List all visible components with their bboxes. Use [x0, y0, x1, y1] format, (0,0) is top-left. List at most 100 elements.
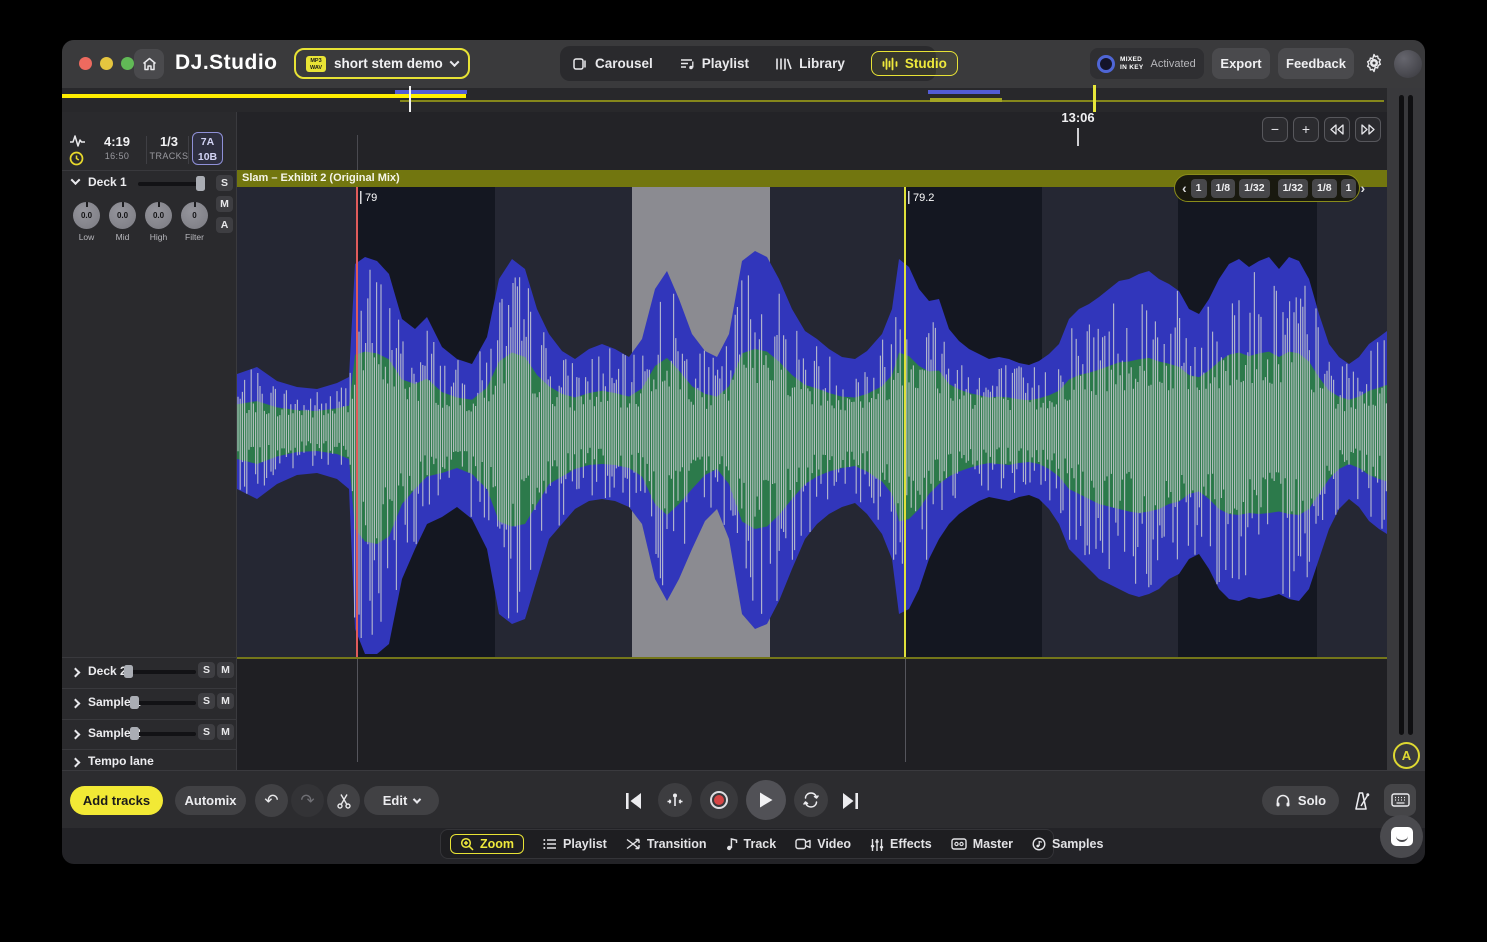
tab-transition[interactable]: Transition — [626, 837, 707, 851]
nav-tab-playlist[interactable]: Playlist — [679, 56, 749, 71]
minimize-window-button[interactable] — [100, 57, 113, 70]
tempo-lane-expand-chevron-icon[interactable] — [71, 758, 81, 768]
sample1-volume-slider[interactable] — [130, 701, 196, 705]
sample2-volume-handle[interactable] — [130, 727, 139, 740]
sample2-solo-button[interactable]: S — [198, 724, 215, 740]
track-title: Slam – Exhibit 2 (Original Mix) — [242, 172, 400, 184]
sample1-solo-button[interactable]: S — [198, 693, 215, 709]
skip-to-start-button[interactable] — [622, 789, 646, 813]
metronome-button[interactable] — [1348, 788, 1374, 814]
split-scissors-button[interactable] — [327, 784, 360, 817]
redo-button[interactable]: ↷ — [291, 784, 324, 817]
key-badge[interactable]: 7A10B — [192, 132, 223, 165]
edit-menu-button[interactable]: Edit — [364, 786, 439, 815]
automix-indicator-badge[interactable]: A — [1393, 742, 1420, 769]
knob-low[interactable]: 0.0Low — [73, 202, 100, 242]
zoom-magnifier-icon — [460, 837, 474, 851]
skip-to-end-button[interactable] — [838, 789, 862, 813]
zoom-in-button[interactable]: + — [1293, 117, 1319, 142]
tracks-label: TRACKS — [144, 151, 194, 161]
snap-value-button[interactable]: 1/8 — [1211, 179, 1236, 198]
sample2-volume-slider[interactable] — [130, 732, 196, 736]
snap-value-button[interactable]: 1 — [1341, 179, 1357, 198]
deck1-volume-slider[interactable] — [138, 182, 205, 186]
snap-value-button[interactable]: 1/32 — [1239, 179, 1269, 198]
minimap-playhead[interactable] — [409, 86, 411, 112]
tab-effects[interactable]: Effects — [870, 837, 932, 851]
sample1-volume-handle[interactable] — [130, 696, 139, 709]
snap-next-arrow[interactable]: › — [1360, 181, 1365, 195]
zoom-out-button[interactable]: − — [1262, 117, 1288, 142]
snap-value-button[interactable]: 1/32 — [1278, 179, 1308, 198]
knob-high[interactable]: 0.0High — [145, 202, 172, 242]
playlist-list-icon — [543, 838, 557, 850]
headphones-icon — [1275, 793, 1291, 808]
minimap-cursor-marker[interactable] — [1093, 85, 1096, 112]
tab-track[interactable]: Track — [726, 837, 777, 851]
tab-zoom[interactable]: Zoom — [450, 834, 524, 854]
waveform-canvas[interactable]: 7979.2 — [237, 187, 1387, 657]
settings-gear-icon[interactable] — [1362, 51, 1386, 75]
snap-value-button[interactable]: 1/8 — [1312, 179, 1337, 198]
nav-tab-library[interactable]: Library — [775, 56, 845, 71]
automix-button[interactable]: Automix — [175, 786, 246, 815]
deck2-solo-button[interactable]: S — [198, 662, 215, 678]
fast-forward-button[interactable] — [1355, 117, 1381, 142]
vertical-scrollbar-1[interactable] — [1399, 95, 1404, 735]
zoom-window-button[interactable] — [121, 57, 134, 70]
play-icon — [758, 791, 774, 809]
deck1-solo-button[interactable]: S — [216, 175, 233, 191]
tab-samples[interactable]: Samples — [1032, 837, 1103, 851]
nav-tab-studio[interactable]: Studio — [871, 51, 958, 76]
deck1-mute-button[interactable]: M — [216, 196, 233, 212]
minimap-current-track-line — [62, 94, 466, 98]
tab-playlist[interactable]: Playlist — [543, 837, 607, 851]
deck1-volume-handle[interactable] — [196, 176, 205, 191]
below-track-area — [237, 659, 1387, 770]
add-tracks-button[interactable]: Add tracks — [70, 786, 163, 815]
tab-master[interactable]: Master — [951, 837, 1013, 851]
knob-mid[interactable]: 0.0Mid — [109, 202, 136, 242]
svg-text:79: 79 — [365, 192, 377, 204]
mixed-in-key-badge[interactable]: MIXEDIN KEY Activated — [1090, 48, 1204, 79]
activation-status: Activated — [1150, 58, 1195, 70]
knob-filter[interactable]: 0Filter — [181, 202, 208, 242]
chat-bubble-icon — [1391, 827, 1413, 846]
cursor-time-tick — [1077, 128, 1079, 146]
vertical-scrollbar-2[interactable] — [1408, 95, 1413, 735]
app-window: DJ.Studio MP3WAV short stem demo Carouse… — [62, 40, 1425, 864]
play-button[interactable] — [746, 780, 786, 820]
project-selector[interactable]: MP3WAV short stem demo — [294, 48, 470, 79]
snap-to-playhead-button[interactable] — [658, 783, 692, 817]
keyboard-shortcuts-button[interactable] — [1384, 784, 1416, 816]
loop-button[interactable] — [794, 783, 828, 817]
minimap-next-track-line — [400, 100, 1384, 103]
snap-value-button[interactable]: 1 — [1191, 179, 1207, 198]
deck2-volume-handle[interactable] — [124, 665, 133, 678]
home-button[interactable] — [134, 49, 164, 79]
nav-tab-carousel[interactable]: Carousel — [572, 56, 653, 71]
timeline-minimap[interactable] — [62, 88, 1425, 112]
deck2-volume-slider[interactable] — [124, 670, 196, 674]
deck1-automation-button[interactable]: A — [216, 217, 233, 233]
user-avatar[interactable] — [1394, 50, 1422, 78]
undo-button[interactable]: ↶ — [255, 784, 288, 817]
deck2-expand-chevron-icon[interactable] — [71, 668, 81, 678]
rewind-button[interactable] — [1324, 117, 1350, 142]
deck2-mute-button[interactable]: M — [217, 662, 234, 678]
record-button[interactable] — [700, 781, 738, 819]
sample1-expand-chevron-icon[interactable] — [71, 699, 81, 709]
sample2-mute-button[interactable]: M — [217, 724, 234, 740]
close-window-button[interactable] — [79, 57, 92, 70]
support-chat-button[interactable] — [1380, 815, 1423, 858]
chevron-down-icon — [450, 57, 460, 67]
deck1-collapse-chevron-icon[interactable] — [71, 175, 81, 185]
export-button[interactable]: Export — [1212, 48, 1270, 79]
sample1-mute-button[interactable]: M — [217, 693, 234, 709]
snap-prev-arrow[interactable]: ‹ — [1182, 181, 1187, 195]
loop-icon — [802, 792, 820, 808]
feedback-button[interactable]: Feedback — [1278, 48, 1354, 79]
sample2-expand-chevron-icon[interactable] — [71, 730, 81, 740]
solo-button[interactable]: Solo — [1262, 786, 1339, 815]
tab-video[interactable]: Video — [795, 837, 851, 851]
